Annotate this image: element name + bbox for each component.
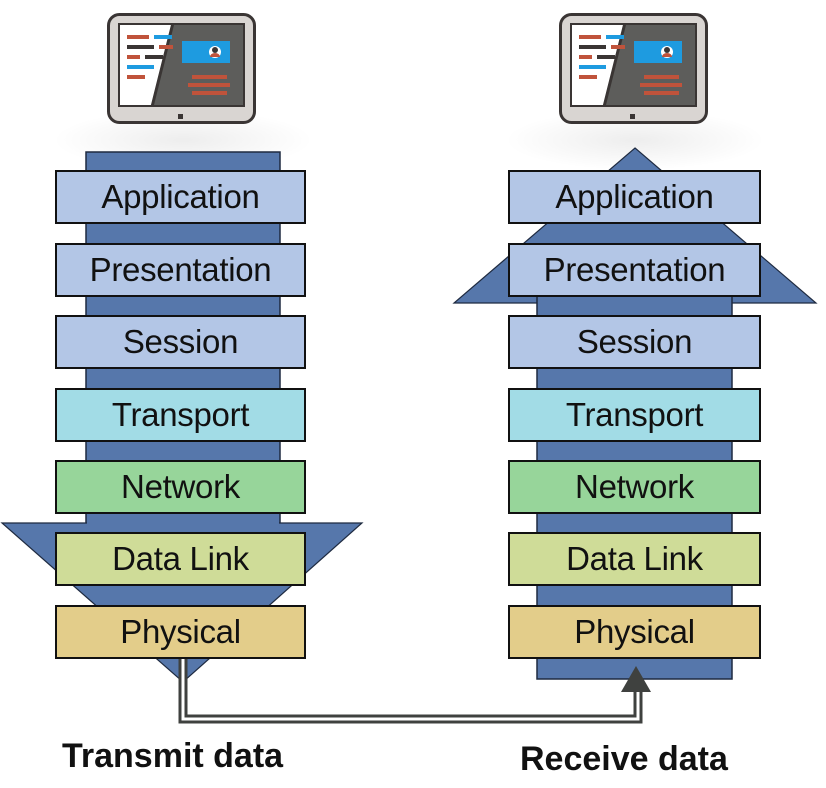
receiver-computer-monitor-icon	[559, 13, 708, 124]
layer-label: Presentation	[543, 251, 726, 288]
sender-layer-data-link: Data Link	[55, 532, 306, 586]
layer-label: Session	[576, 323, 693, 360]
layer-label: Application	[555, 178, 714, 215]
receiver-layer-physical: Physical	[508, 605, 761, 659]
sender-layer-physical: Physical	[55, 605, 306, 659]
layer-label: Network	[121, 468, 240, 505]
sender-layer-network: Network	[55, 460, 306, 514]
sender-layer-transport: Transport	[55, 388, 306, 442]
receiver-layer-network: Network	[508, 460, 761, 514]
layer-label: Transport	[565, 396, 704, 433]
layer-label: Session	[122, 323, 239, 360]
layer-label: Network	[575, 468, 694, 505]
receiver-layer-application: Application	[508, 170, 761, 224]
layer-label: Physical	[574, 613, 695, 650]
receive-caption: Receive data	[520, 740, 728, 778]
sender-layer-presentation: Presentation	[55, 243, 306, 297]
receiver-layer-data-link: Data Link	[508, 532, 761, 586]
layer-label: Physical	[120, 613, 241, 650]
layer-label: Presentation	[89, 251, 272, 288]
layer-label: Data Link	[566, 540, 703, 577]
receiver-layer-transport: Transport	[508, 388, 761, 442]
layer-label: Data Link	[112, 540, 249, 577]
layer-label: Application	[101, 178, 260, 215]
sender-layer-session: Session	[55, 315, 306, 369]
layer-label: Transport	[111, 396, 250, 433]
sender-layer-application: Application	[55, 170, 306, 224]
receiver-layer-session: Session	[508, 315, 761, 369]
sender-computer-monitor-icon	[107, 13, 256, 124]
receiver-layer-presentation: Presentation	[508, 243, 761, 297]
transmit-caption: Transmit data	[62, 737, 284, 775]
